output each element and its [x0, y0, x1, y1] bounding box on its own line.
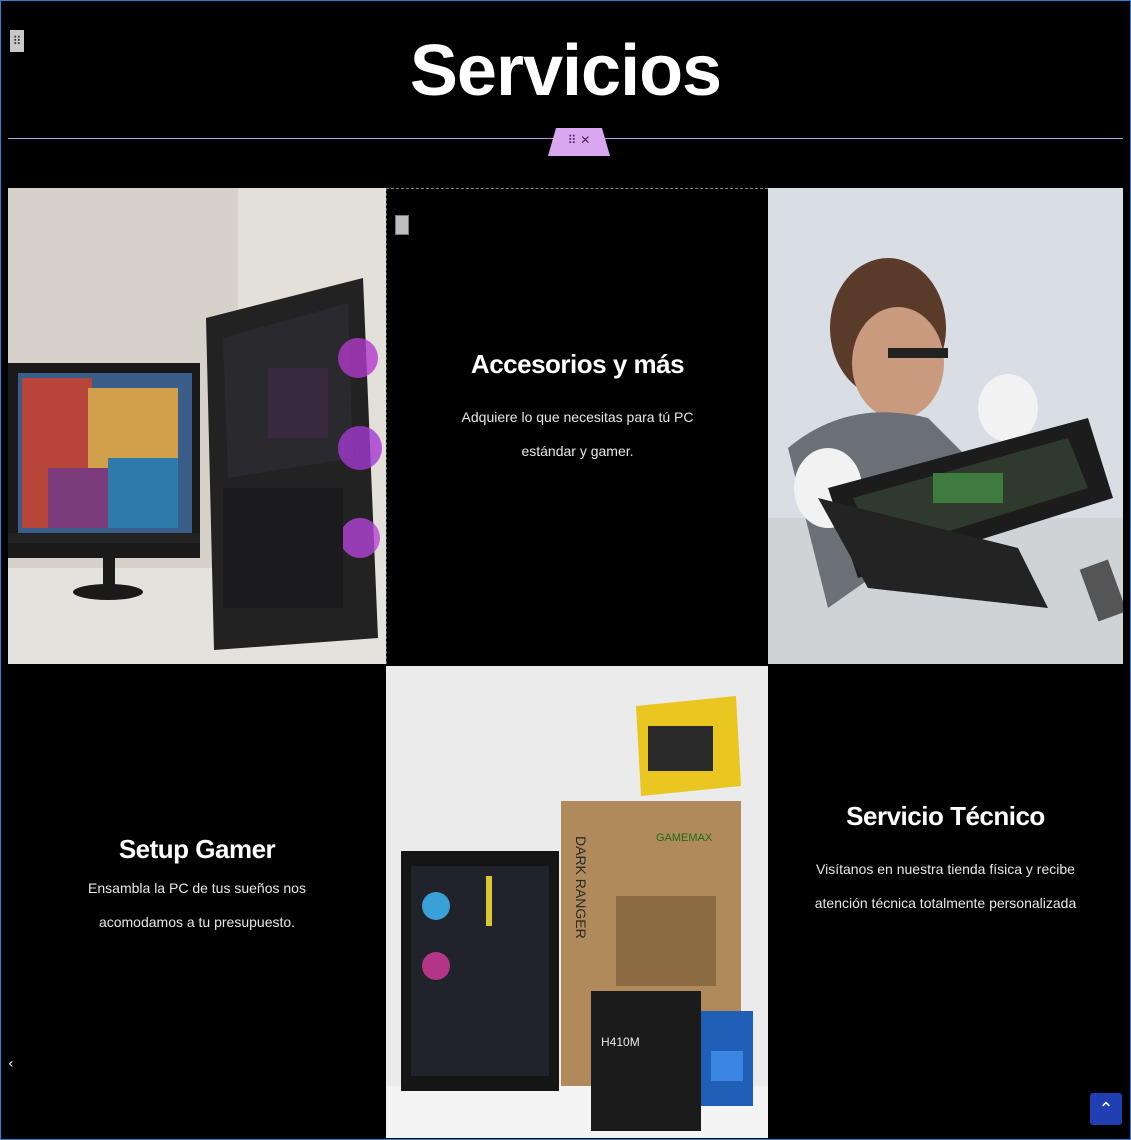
- card-content: Setup Gamer Ensambla la PC de tus sueños…: [8, 834, 386, 939]
- section-edit-tab[interactable]: ⠿ ✕: [540, 124, 618, 156]
- editor-drag-handle-icon[interactable]: ⠿: [10, 30, 24, 52]
- section-tab-label: ⠿ ✕: [567, 133, 591, 147]
- page-title: Servicios: [409, 31, 722, 111]
- box-logo-text: GAMEMAX: [656, 832, 713, 844]
- section-header: Servicios: [8, 10, 1123, 139]
- technician-image: [768, 188, 1123, 664]
- service-card-accessories: Accesorios y más Adquiere lo que necesit…: [386, 188, 768, 664]
- gaming-pc-illustration: [8, 188, 386, 664]
- scroll-to-top-button[interactable]: ⌃: [1090, 1093, 1122, 1125]
- gaming-pc-image: [8, 188, 386, 664]
- services-grid: Accesorios y más Adquiere lo que necesit…: [8, 188, 1123, 1138]
- card-description: Visítanos en nuestra tienda física y rec…: [814, 861, 1077, 911]
- card-content: Servicio Técnico Visítanos en nuestra ti…: [768, 801, 1123, 920]
- board-model-text: H410M: [601, 1035, 640, 1049]
- card-description: Adquiere lo que necesitas para tú PC est…: [461, 409, 694, 459]
- chevron-up-icon: ⌃: [1098, 1099, 1114, 1120]
- card-title: Setup Gamer: [118, 834, 276, 864]
- carousel-prev-icon[interactable]: ‹: [8, 1056, 18, 1072]
- products-illustration: DARK RANGER GAMEMAX H410M: [386, 666, 768, 1138]
- card-content: Accesorios y más Adquiere lo que necesit…: [387, 349, 768, 468]
- technician-illustration: [768, 188, 1123, 664]
- products-image: DARK RANGER GAMEMAX H410M: [386, 666, 768, 1138]
- card-description: Ensambla la PC de tus sueños nos acomoda…: [88, 880, 306, 930]
- service-card-setup-gamer: Setup Gamer Ensambla la PC de tus sueños…: [8, 666, 386, 1138]
- card-title: Servicio Técnico: [846, 801, 1045, 831]
- service-card-technical: Servicio Técnico Visítanos en nuestra ti…: [768, 666, 1123, 1138]
- editor-handle-icon[interactable]: [395, 215, 409, 235]
- box-brand-text: DARK RANGER: [573, 836, 589, 939]
- card-title: Accesorios y más: [470, 349, 685, 379]
